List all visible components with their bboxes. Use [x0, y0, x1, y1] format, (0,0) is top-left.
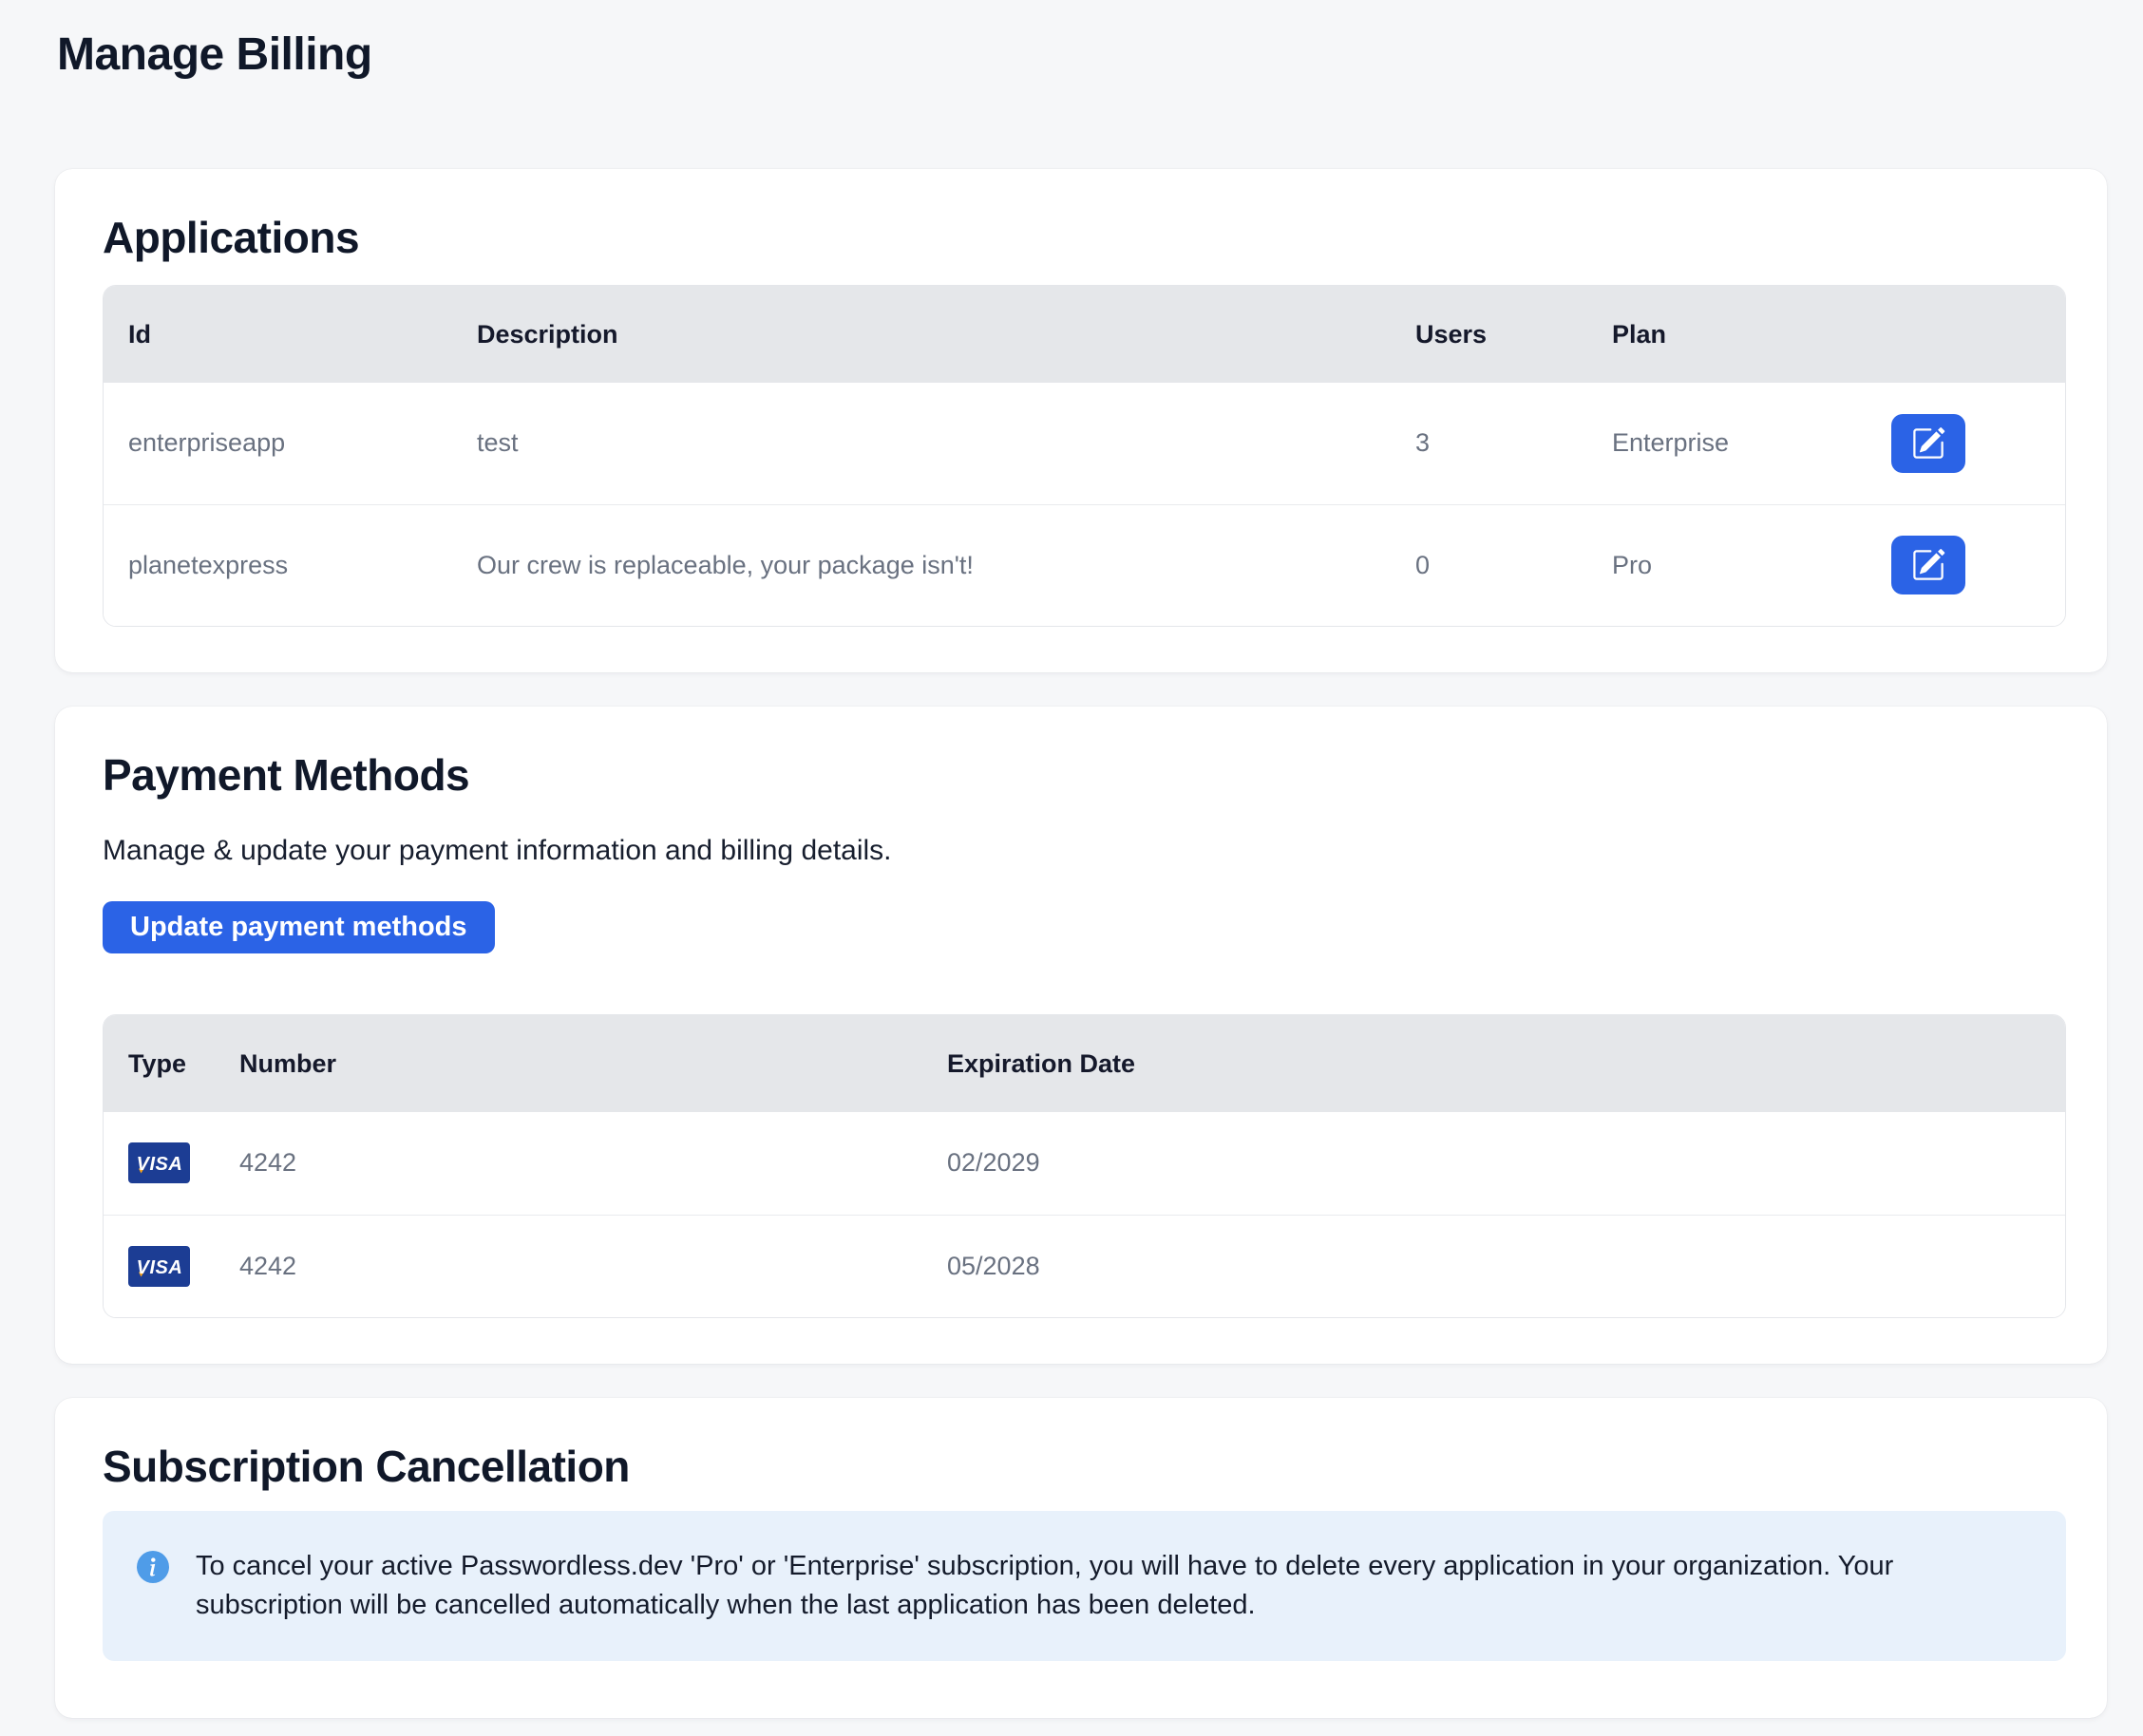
visa-icon: VISA [128, 1246, 190, 1287]
update-payment-methods-button[interactable]: Update payment methods [103, 901, 495, 953]
table-row: planetexpress Our crew is replaceable, y… [104, 504, 2065, 626]
applications-heading: Applications [103, 213, 2066, 263]
table-row: VISA 4242 02/2029 [104, 1112, 2065, 1215]
cancellation-info-text: To cancel your active Passwordless.dev '… [196, 1547, 1963, 1625]
svg-text:VISA: VISA [137, 1257, 183, 1278]
column-header-number: Number [215, 1015, 922, 1112]
app-users: 0 [1391, 504, 1587, 626]
app-description: test [452, 383, 1391, 504]
column-header-expiration-date: Expiration Date [922, 1015, 2065, 1112]
visa-icon: VISA [128, 1142, 190, 1183]
card-expiration: 05/2028 [922, 1215, 2065, 1317]
svg-text:VISA: VISA [137, 1154, 183, 1175]
applications-header-row: Id Description Users Plan [104, 286, 2065, 383]
cancellation-info-box: To cancel your active Passwordless.dev '… [103, 1511, 2066, 1661]
card-number: 4242 [215, 1215, 922, 1317]
column-header-id: Id [104, 286, 452, 383]
subscription-cancellation-heading: Subscription Cancellation [103, 1442, 2066, 1492]
edit-application-button[interactable] [1891, 536, 1965, 594]
subscription-cancellation-card: Subscription Cancellation To cancel your… [55, 1398, 2107, 1718]
manage-billing-page: Manage Billing Applications Id Descripti… [0, 0, 2143, 1718]
pencil-square-icon [1911, 426, 1945, 461]
applications-table: Id Description Users Plan enterpriseapp … [103, 285, 2066, 627]
app-plan: Enterprise [1587, 383, 1891, 504]
info-circle-icon [137, 1551, 169, 1583]
card-number: 4242 [215, 1112, 922, 1215]
app-users: 3 [1391, 383, 1587, 504]
table-row: enterpriseapp test 3 Enterprise [104, 383, 2065, 504]
payment-methods-heading: Payment Methods [103, 750, 2066, 801]
column-header-plan: Plan [1587, 286, 1891, 383]
payment-methods-table: Type Number Expiration Date VISA [103, 1014, 2066, 1318]
payment-methods-card: Payment Methods Manage & update your pay… [55, 707, 2107, 1364]
card-expiration: 02/2029 [922, 1112, 2065, 1215]
column-header-users: Users [1391, 286, 1587, 383]
pencil-square-icon [1911, 548, 1945, 582]
applications-card: Applications Id Description Users Plan [55, 169, 2107, 672]
column-header-type: Type [104, 1015, 215, 1112]
payment-methods-subtitle: Manage & update your payment information… [103, 834, 2066, 867]
table-row: VISA 4242 05/2028 [104, 1215, 2065, 1317]
app-description: Our crew is replaceable, your package is… [452, 504, 1391, 626]
edit-application-button[interactable] [1891, 414, 1965, 473]
app-id: planetexpress [104, 504, 452, 626]
app-plan: Pro [1587, 504, 1891, 626]
column-header-description: Description [452, 286, 1391, 383]
payment-header-row: Type Number Expiration Date [104, 1015, 2065, 1112]
app-id: enterpriseapp [104, 383, 452, 504]
page-title: Manage Billing [57, 28, 2107, 82]
column-header-actions [1891, 286, 2065, 383]
